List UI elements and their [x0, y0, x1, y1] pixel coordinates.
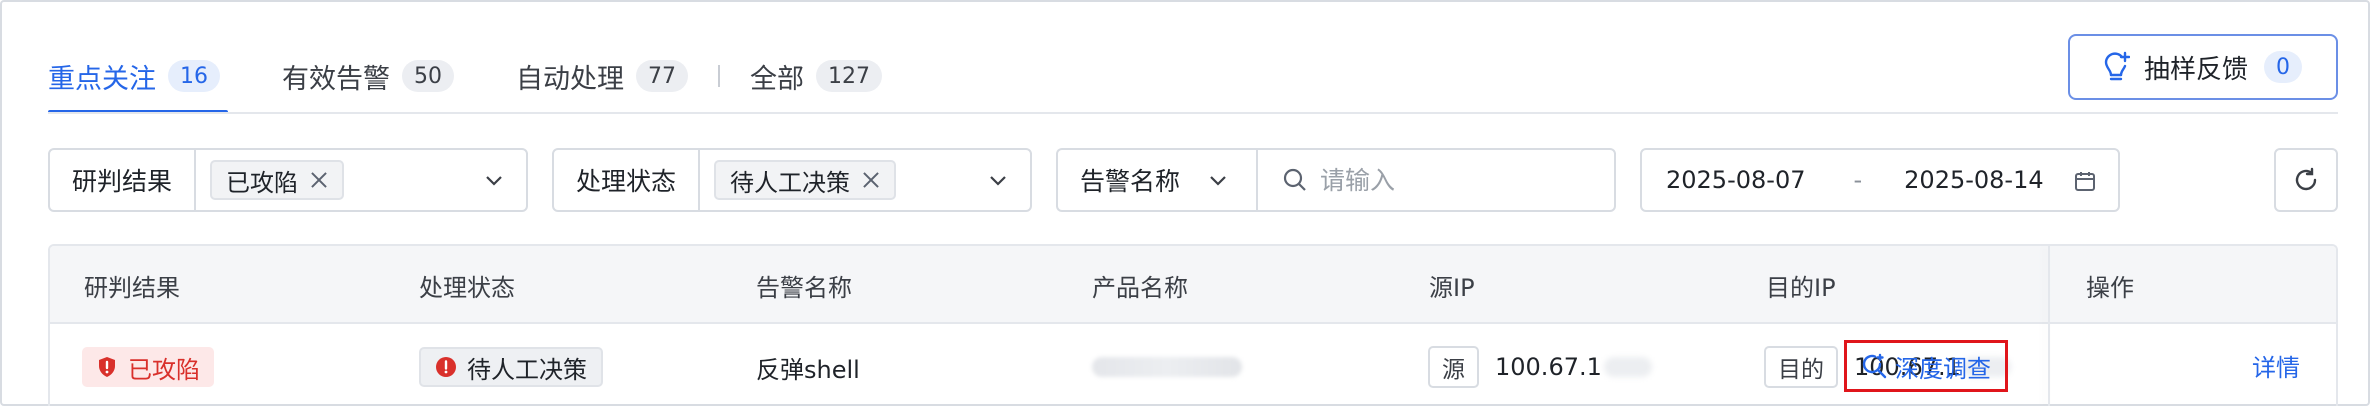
- deep-investigation-label: 深度调查: [1895, 354, 1991, 383]
- date-separator: -: [1853, 166, 1863, 194]
- verdict-tag: 已攻陷: [82, 347, 214, 387]
- alert-circle-icon: [436, 357, 456, 377]
- header-dest-ip: 目的IP: [1766, 273, 1836, 302]
- tab-label: 重点关注: [48, 63, 156, 95]
- tab-valid-alerts[interactable]: 有效告警 50: [282, 52, 454, 100]
- deep-investigation-button[interactable]: 深度调查: [1844, 340, 2008, 392]
- chevron-down-icon: [1210, 176, 1226, 186]
- calendar-icon: [2075, 172, 2095, 191]
- details-link[interactable]: 详情: [2252, 348, 2300, 383]
- sample-feedback-button[interactable]: 抽样反馈 0: [2068, 34, 2338, 100]
- sample-feedback-label: 抽样反馈: [2144, 54, 2249, 85]
- header-actions: 操作: [2086, 273, 2134, 302]
- verdict-chip-text: 已攻陷: [226, 168, 299, 197]
- alert-name-field-select[interactable]: 告警名称: [1056, 148, 1256, 212]
- tab-count-badge: 16: [168, 60, 220, 92]
- sample-feedback-count: 0: [2264, 51, 2303, 83]
- status-filter[interactable]: 处理状态 待人工决策: [552, 148, 1032, 212]
- tab-count-badge: 77: [636, 60, 688, 92]
- search-box: [1256, 148, 1616, 212]
- magnify-sparkle-icon: [1862, 353, 1887, 379]
- status-chip-text: 待人工决策: [730, 168, 851, 197]
- shield-alert-icon: [99, 357, 115, 377]
- status-tag-text: 待人工决策: [467, 355, 587, 384]
- alert-name-field-label: 告警名称: [1080, 167, 1181, 196]
- header-product-name: 产品名称: [1092, 273, 1188, 302]
- tab-bar: 重点关注 16 有效告警 50 自动处理 77 全部 127: [48, 52, 944, 114]
- date-range-picker[interactable]: 2025-08-07 - 2025-08-14: [1640, 148, 2120, 212]
- lightbulb-icon: [2104, 51, 2130, 81]
- table-header: 研判结果 处理状态 告警名称 产品名称 源IP 目的IP 操作: [50, 246, 2336, 324]
- date-start[interactable]: 2025-08-07: [1666, 166, 1805, 194]
- status-tag: 待人工决策: [419, 347, 603, 387]
- tab-count-badge: 127: [816, 60, 882, 92]
- tab-label: 有效告警: [282, 63, 390, 95]
- verdict-tag-text: 已攻陷: [128, 355, 200, 384]
- refresh-button[interactable]: [2274, 148, 2338, 212]
- close-icon[interactable]: [862, 171, 880, 189]
- cell-verdict: 已攻陷: [82, 326, 214, 406]
- tab-divider: [718, 65, 720, 87]
- header-verdict: 研判结果: [84, 273, 180, 302]
- chevron-down-icon: [990, 176, 1006, 186]
- header-alert-name: 告警名称: [756, 273, 852, 302]
- status-chip: 待人工决策: [714, 160, 897, 200]
- verdict-filter-label: 研判结果: [50, 150, 197, 210]
- header-source-ip: 源IP: [1429, 273, 1475, 302]
- dest-ip-prefix-tag: 目的: [1764, 346, 1838, 388]
- tab-all[interactable]: 全部 127: [750, 52, 882, 100]
- status-filter-label: 处理状态: [554, 150, 701, 210]
- cell-alert-name: 反弹shell: [756, 355, 860, 384]
- redacted-ip-suffix: [1603, 357, 1652, 377]
- header-status: 处理状态: [419, 273, 515, 302]
- verdict-filter[interactable]: 研判结果 已攻陷: [48, 148, 528, 212]
- date-end[interactable]: 2025-08-14: [1904, 166, 2043, 194]
- chevron-down-icon: [486, 176, 502, 186]
- tab-count-badge: 50: [402, 60, 454, 92]
- close-icon[interactable]: [310, 171, 328, 189]
- tab-label: 全部: [750, 63, 804, 95]
- cell-status: 待人工决策: [419, 326, 603, 406]
- tab-label: 自动处理: [516, 63, 624, 95]
- search-input[interactable]: [1320, 165, 1600, 195]
- tabs-divider-line: [48, 112, 2338, 114]
- source-ip-prefix-tag: 源: [1428, 346, 1479, 388]
- tab-auto-handled[interactable]: 自动处理 77: [516, 52, 688, 100]
- search-icon: [1283, 168, 1306, 191]
- refresh-icon: [2295, 167, 2317, 191]
- tab-key-focus[interactable]: 重点关注 16: [48, 52, 228, 114]
- verdict-chip: 已攻陷: [210, 160, 345, 200]
- cell-source-ip: 源 100.67.1: [1428, 326, 1652, 406]
- cell-product-name: [1092, 326, 1242, 406]
- redacted-product-name: [1092, 357, 1242, 377]
- source-ip-text: 100.67.1: [1495, 353, 1602, 381]
